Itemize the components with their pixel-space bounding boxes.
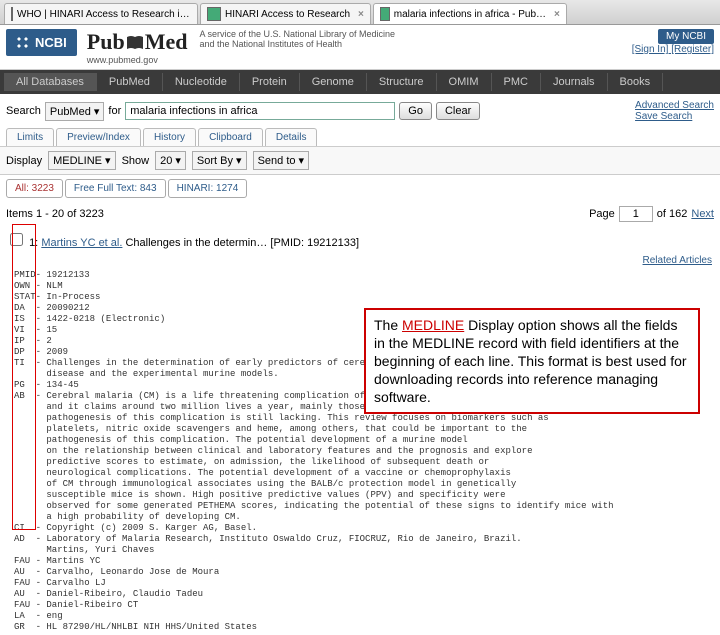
- search-links: Advanced Search Save Search: [635, 100, 714, 122]
- nav-omim[interactable]: OMIM: [437, 73, 492, 91]
- go-button[interactable]: Go: [399, 102, 432, 120]
- tab-3[interactable]: malaria infections in africa - Pub… ×: [373, 3, 567, 24]
- tab-label: malaria infections in africa - Pub…: [394, 9, 546, 20]
- ncbi-icon: [16, 36, 30, 50]
- result-tabs: All: 3223 Free Full Text: 843 HINARI: 12…: [0, 175, 720, 202]
- pubmed-logo[interactable]: PubMed: [87, 29, 188, 55]
- result-record: 1: Martins YC et al. Challenges in the d…: [0, 226, 720, 253]
- tab-label: HINARI Access to Research: [225, 9, 350, 20]
- tab-1[interactable]: WHO | HINARI Access to Research i…×: [4, 3, 198, 24]
- search-label: Search: [6, 105, 41, 117]
- nav-all[interactable]: All Databases: [4, 73, 97, 91]
- advanced-search-link[interactable]: Advanced Search: [635, 100, 714, 111]
- book-icon: [125, 33, 145, 51]
- signin-link[interactable]: [Sign In] [Register]: [632, 44, 714, 55]
- page-label: Page: [589, 208, 615, 220]
- rtab-hinari[interactable]: HINARI: 1274: [168, 179, 248, 198]
- rtab-all[interactable]: All: 3223: [6, 179, 63, 198]
- favicon: [11, 7, 13, 21]
- tab-limits[interactable]: Limits: [6, 128, 54, 146]
- sendto-select[interactable]: Send to ▾: [253, 151, 310, 170]
- header-sub: A service of the U.S. National Library o…: [199, 29, 395, 49]
- show-count-select[interactable]: 20 ▾: [155, 151, 186, 170]
- items-range: Items 1 - 20 of 3223: [6, 208, 104, 220]
- browser-tabs: WHO | HINARI Access to Research i…× HINA…: [0, 0, 720, 25]
- close-icon[interactable]: ×: [554, 9, 560, 20]
- nav-journals[interactable]: Journals: [541, 73, 608, 91]
- nav-pubmed[interactable]: PubMed: [97, 73, 163, 91]
- pubmed-branding: PubMed www.pubmed.gov: [87, 29, 188, 65]
- pager: Page of 162 Next: [589, 206, 714, 222]
- annotation-callout: The MEDLINE Display option shows all the…: [364, 308, 700, 414]
- nav-nucleotide[interactable]: Nucleotide: [163, 73, 240, 91]
- site-header: NCBI PubMed www.pubmed.gov A service of …: [0, 25, 720, 70]
- subtabs: Limits Preview/Index History Clipboard D…: [0, 128, 720, 146]
- items-bar: Items 1 - 20 of 3223 Page of 162 Next: [0, 202, 720, 226]
- tab-details[interactable]: Details: [265, 128, 318, 146]
- record-number: 1:: [29, 237, 38, 249]
- nav-pmc[interactable]: PMC: [492, 73, 541, 91]
- my-ncbi-button[interactable]: My NCBI: [658, 29, 714, 44]
- show-label: Show: [122, 155, 150, 167]
- tab-2[interactable]: HINARI Access to Research ×: [200, 3, 371, 24]
- tab-clipboard[interactable]: Clipboard: [198, 128, 263, 146]
- page-of: of 162: [657, 208, 688, 220]
- nav-protein[interactable]: Protein: [240, 73, 300, 91]
- related-articles-link[interactable]: Related Articles: [643, 255, 712, 266]
- display-row: Display MEDLINE ▾ Show 20 ▾ Sort By ▾ Se…: [0, 146, 720, 175]
- for-label: for: [108, 105, 121, 117]
- save-search-link[interactable]: Save Search: [635, 111, 714, 122]
- tab-history[interactable]: History: [143, 128, 196, 146]
- search-row: Search PubMed ▾ for Go Clear Advanced Se…: [0, 94, 720, 128]
- db-navbar: All Databases PubMed Nucleotide Protein …: [0, 70, 720, 94]
- record-checkbox[interactable]: [10, 233, 23, 246]
- tab-preview[interactable]: Preview/Index: [56, 128, 141, 146]
- nav-structure[interactable]: Structure: [367, 73, 437, 91]
- record-author[interactable]: Martins YC et al.: [41, 237, 122, 249]
- highlight-medline: MEDLINE: [402, 317, 464, 333]
- close-icon[interactable]: ×: [358, 9, 364, 20]
- ncbi-logo[interactable]: NCBI: [6, 29, 77, 56]
- nav-genome[interactable]: Genome: [300, 73, 367, 91]
- display-label: Display: [6, 155, 42, 167]
- clear-button[interactable]: Clear: [436, 102, 480, 120]
- my-ncbi: My NCBI [Sign In] [Register]: [632, 29, 714, 55]
- sort-select[interactable]: Sort By ▾: [192, 151, 247, 170]
- pubmed-url: www.pubmed.gov: [87, 55, 188, 65]
- favicon: [380, 7, 390, 21]
- record-pmid: [PMID: 19212133]: [270, 237, 359, 249]
- page-input[interactable]: [619, 206, 653, 222]
- next-link[interactable]: Next: [691, 208, 714, 220]
- record-title: Challenges in the determin…: [125, 237, 267, 249]
- nav-books[interactable]: Books: [608, 73, 664, 91]
- search-input[interactable]: [125, 102, 395, 120]
- db-select[interactable]: PubMed ▾: [45, 102, 105, 121]
- rtab-free[interactable]: Free Full Text: 843: [65, 179, 166, 198]
- tab-label: WHO | HINARI Access to Research i…: [17, 9, 190, 20]
- display-format-select[interactable]: MEDLINE ▾: [48, 151, 115, 170]
- favicon: [207, 7, 221, 21]
